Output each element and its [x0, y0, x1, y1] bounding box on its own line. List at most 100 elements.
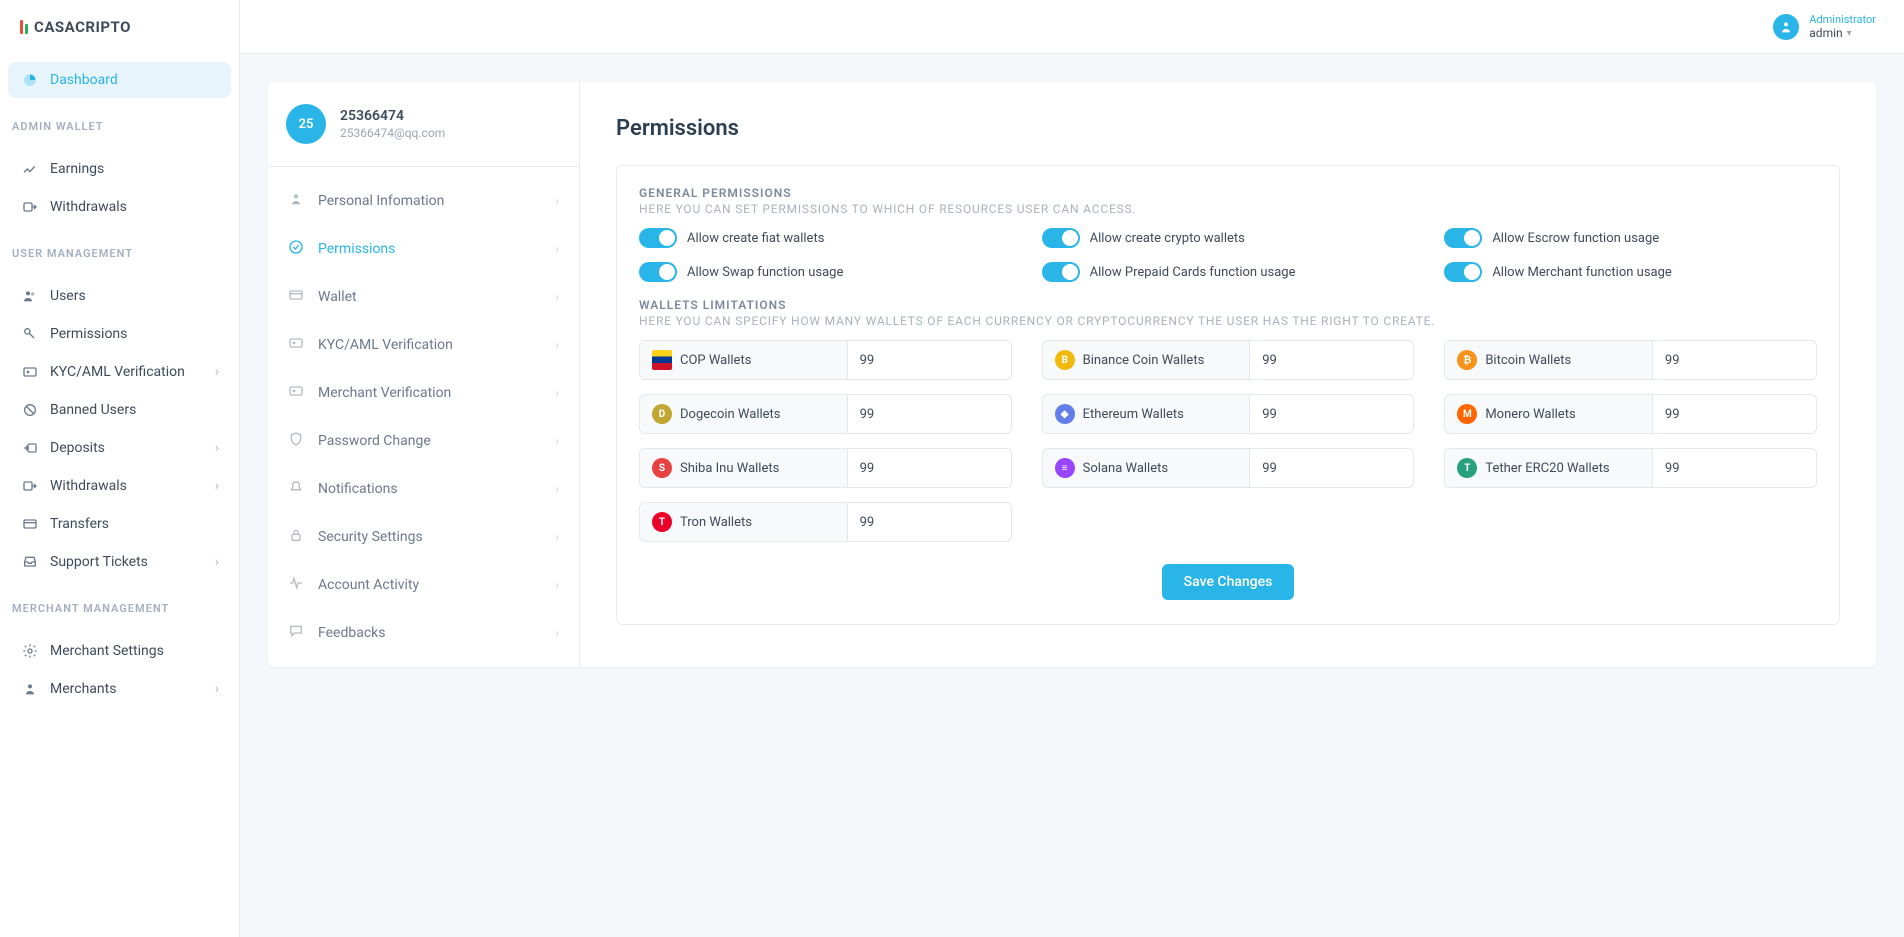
tab-label: Wallet: [318, 289, 357, 305]
user-menu[interactable]: Administrator admin ▾: [1809, 13, 1876, 40]
tab-security-settings[interactable]: Security Settings ›: [268, 513, 579, 561]
sidebar-item-dashboard[interactable]: Dashboard: [8, 62, 231, 98]
wallet-limit-input[interactable]: [1250, 395, 1413, 433]
sidebar-item-earnings[interactable]: Earnings: [8, 151, 231, 187]
tab-label: Feedbacks: [318, 625, 385, 641]
wallets-limitations-sub: HERE YOU CAN SPECIFY HOW MANY WALLETS OF…: [639, 314, 1817, 328]
wallet-label: ₿Bitcoin Wallets: [1445, 341, 1653, 379]
wallet-limit-input[interactable]: [848, 503, 1011, 541]
sidebar-item-label: Transfers: [50, 516, 109, 532]
toggle-switch[interactable]: [1444, 228, 1482, 248]
toggle-switch[interactable]: [639, 262, 677, 282]
wallet-limit-input[interactable]: [1653, 395, 1816, 433]
toggle-label: Allow Swap function usage: [687, 265, 843, 280]
general-permissions-sub: HERE YOU CAN SET PERMISSIONS TO WHICH OF…: [639, 202, 1817, 216]
tab-kyc-aml-verification[interactable]: KYC/AML Verification›: [268, 321, 579, 369]
sidebar: CASACRIPTO Dashboard ADMIN WALLETEarning…: [0, 0, 240, 937]
toggle-row: Allow Merchant function usage: [1444, 262, 1817, 282]
wallet-limit-row: COP Wallets: [639, 340, 1012, 380]
chevron-right-icon: ›: [555, 530, 559, 544]
toggle-switch[interactable]: [1042, 262, 1080, 282]
bell-icon: [288, 479, 306, 499]
chevron-right-icon: ›: [215, 681, 219, 697]
sidebar-item-label: Banned Users: [50, 402, 136, 418]
wallet-label: SShiba Inu Wallets: [640, 449, 848, 487]
sidebar-item-kyc-aml-verification[interactable]: KYC/AML Verification›: [8, 354, 231, 390]
toggle-label: Allow Prepaid Cards function usage: [1090, 265, 1296, 280]
profile-avatar: 25: [286, 104, 326, 144]
brand-text: CASACRIPTO: [34, 18, 131, 36]
sidebar-item-banned-users[interactable]: Banned Users: [8, 392, 231, 428]
wallet-limit-input[interactable]: [848, 395, 1011, 433]
crypto-icon: M: [1457, 404, 1477, 424]
tab-notifications[interactable]: Notifications›: [268, 465, 579, 513]
tab-permissions[interactable]: Permissions›: [268, 225, 579, 273]
permissions-form: GENERAL PERMISSIONS HERE YOU CAN SET PER…: [616, 165, 1840, 625]
tab-wallet[interactable]: Wallet›: [268, 273, 579, 321]
sidebar-item-users[interactable]: Users: [8, 278, 231, 314]
crypto-icon: S: [652, 458, 672, 478]
wallet-limit-row: SShiba Inu Wallets: [639, 448, 1012, 488]
tab-label: Security Settings: [318, 529, 423, 545]
sidebar-item-withdrawals[interactable]: Withdrawals ›: [8, 468, 231, 504]
wallet-limit-input[interactable]: [1653, 341, 1816, 379]
sidebar-item-label: Permissions: [50, 326, 127, 342]
sidebar-item-deposits[interactable]: Deposits›: [8, 430, 231, 466]
sidebar-item-permissions[interactable]: Permissions: [8, 316, 231, 352]
wallet-limit-input[interactable]: [1250, 449, 1413, 487]
sidebar-item-support-tickets[interactable]: Support Tickets›: [8, 544, 231, 580]
wallet-limit-input[interactable]: [848, 341, 1011, 379]
sidebar-item-label: Earnings: [50, 161, 104, 177]
tab-account-activity[interactable]: Account Activity›: [268, 561, 579, 609]
tab-password-change[interactable]: Password Change›: [268, 417, 579, 465]
chevron-right-icon: ›: [215, 554, 219, 570]
tab-label: Permissions: [318, 241, 395, 257]
crypto-icon: ≡: [1055, 458, 1075, 478]
wallet-limit-input[interactable]: [848, 449, 1011, 487]
tab-label: Personal Infomation: [318, 193, 444, 209]
wallet-limit-input[interactable]: [1250, 341, 1413, 379]
sidebar-item-label: Withdrawals: [50, 199, 127, 215]
sidebar-item-transfers[interactable]: Transfers: [8, 506, 231, 542]
sidebar-item-merchants[interactable]: Merchants›: [8, 671, 231, 707]
wallet-label: ◆Ethereum Wallets: [1043, 395, 1251, 433]
tab-personal-infomation[interactable]: Personal Infomation›: [268, 177, 579, 225]
tab-merchant-verification[interactable]: Merchant Verification›: [268, 369, 579, 417]
crypto-icon: ◆: [1055, 404, 1075, 424]
tab-label: Notifications: [318, 481, 398, 497]
chevron-right-icon: ›: [215, 440, 219, 456]
tab-feedbacks[interactable]: Feedbacks›: [268, 609, 579, 657]
chat-icon: [288, 623, 306, 643]
key-icon: [20, 326, 40, 342]
profile-email: 25366474@qq.com: [340, 126, 445, 140]
user-name-label: admin: [1809, 26, 1842, 40]
chevron-right-icon: ›: [215, 364, 219, 380]
save-button[interactable]: Save Changes: [1162, 564, 1295, 600]
currency-flag-icon: [652, 350, 672, 370]
toggle-switch[interactable]: [1042, 228, 1080, 248]
crypto-icon: T: [652, 512, 672, 532]
toggle-switch[interactable]: [1444, 262, 1482, 282]
wallet-limit-input[interactable]: [1653, 449, 1816, 487]
toggle-switch[interactable]: [639, 228, 677, 248]
sidebar-item-withdrawals[interactable]: Withdrawals: [8, 189, 231, 225]
chevron-right-icon: ›: [555, 434, 559, 448]
in-icon: [20, 440, 40, 456]
sidebar-item-label: Withdrawals: [50, 478, 127, 494]
out-icon: [20, 478, 40, 494]
nav-section-heading: MERCHANT MANAGEMENT: [0, 588, 239, 625]
out-icon: [20, 199, 40, 215]
sidebar-item-merchant-settings[interactable]: Merchant Settings: [8, 633, 231, 669]
user-avatar-icon[interactable]: [1773, 14, 1799, 40]
chevron-down-icon: ▾: [1847, 28, 1852, 39]
gear-icon: [20, 643, 40, 659]
user-role-label: Administrator: [1809, 13, 1876, 26]
inbox-icon: [20, 554, 40, 570]
chevron-right-icon: ›: [215, 478, 219, 494]
id-icon: [288, 335, 306, 355]
tab-label: Account Activity: [318, 577, 419, 593]
wallet-label: TTron Wallets: [640, 503, 848, 541]
logo-icon: [20, 20, 28, 34]
wallet-limit-row: TTron Wallets: [639, 502, 1012, 542]
wallet-label: ≡Solana Wallets: [1043, 449, 1251, 487]
